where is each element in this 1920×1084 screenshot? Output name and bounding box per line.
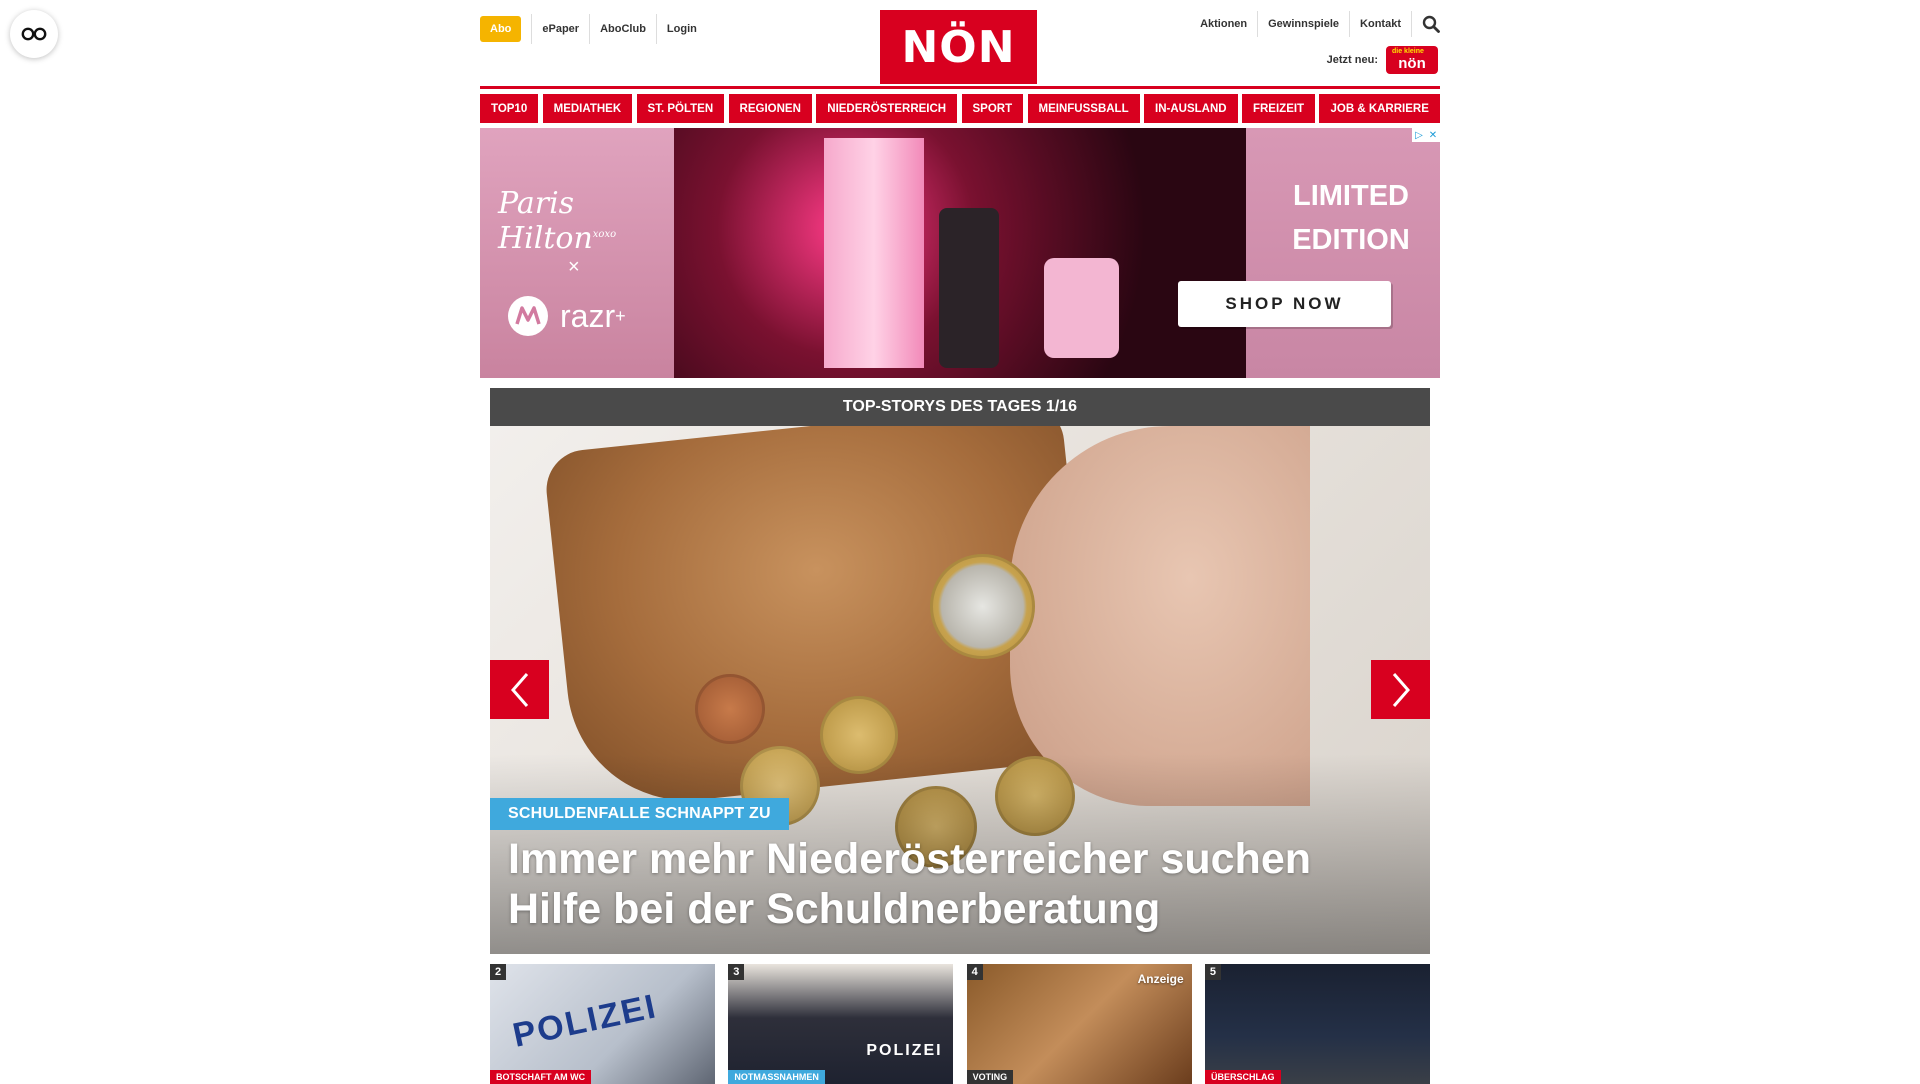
nav-item-in-ausland[interactable]: IN-AUSLAND xyxy=(1144,94,1238,123)
ad-product-photo xyxy=(674,128,1246,378)
story-thumb-3[interactable]: POLIZEI 3 NOTMASSNAHMEN xyxy=(728,964,954,1084)
close-icon[interactable]: ✕ xyxy=(1426,128,1440,142)
site-header: Abo ePaper AboClub Login NÖN Aktionen Ge… xyxy=(480,0,1440,86)
thumb-number: 3 xyxy=(728,964,745,980)
jetzt-neu-label: Jetzt neu: xyxy=(1326,54,1378,66)
story-thumb-4[interactable]: 4 Anzeige VOTING xyxy=(966,964,1192,1084)
gewinnspiele-link[interactable]: Gewinnspiele xyxy=(1258,11,1351,37)
thumb-number: 4 xyxy=(966,964,983,980)
login-link[interactable]: Login xyxy=(655,14,707,44)
ad-limited-edition: LIMITED EDITION xyxy=(1276,174,1426,262)
thumb-ad-label: Anzeige xyxy=(1137,972,1184,986)
carousel-prev-button[interactable] xyxy=(490,660,549,719)
ad-razr-text: razr xyxy=(560,297,616,334)
header-divider xyxy=(480,86,1440,89)
jetzt-neu-promo: Jetzt neu: die kleine nön xyxy=(1327,46,1438,74)
top-stories: TOP-STORYS DES TAGES 1/16 SCHULDENFALLE … xyxy=(490,388,1430,1084)
hero-tag[interactable]: SCHULDENFALLE SCHNAPPT ZU xyxy=(490,798,789,830)
nav-item-meinfussball[interactable]: MEINFUSSBALL xyxy=(1027,94,1140,123)
shop-now-button[interactable]: SHOP NOW xyxy=(1178,281,1391,327)
ad-razr-plus: + xyxy=(615,305,626,326)
ad-product-box xyxy=(824,138,924,368)
hero-image-hand xyxy=(1010,426,1310,806)
nav-item-niederoesterreich[interactable]: NIEDERÖSTERREICH xyxy=(816,94,958,123)
main-nav: TOP10 MEDIATHEK ST. PÖLTEN REGIONEN NIED… xyxy=(480,94,1440,123)
ad-collab-x: × xyxy=(568,256,580,278)
utility-nav-right: Aktionen Gewinnspiele Kontakt xyxy=(1190,11,1440,37)
hero-image-coin xyxy=(695,674,765,744)
thumb-image-text: POLIZEI xyxy=(866,1042,943,1059)
story-thumbnails: POLIZEI 2 BOTSCHAFT AM WC POLIZEI 3 NOTM… xyxy=(490,964,1430,1084)
thumb-tag: BOTSCHAFT AM WC xyxy=(490,1070,592,1084)
thumb-tag: ÜBERSCHLAG xyxy=(1204,1070,1281,1084)
page-container: Abo ePaper AboClub Login NÖN Aktionen Ge… xyxy=(480,0,1440,1084)
accessibility-button[interactable] xyxy=(10,10,58,58)
nav-item-mediathek[interactable]: MEDIATHEK xyxy=(542,94,633,123)
thumb-image-text: POLIZEI xyxy=(509,987,661,1055)
ad-pink-phone-image xyxy=(1044,258,1119,358)
hero-story[interactable]: SCHULDENFALLE SCHNAPPT ZU Immer mehr Nie… xyxy=(490,426,1430,954)
nav-item-job-karriere[interactable]: JOB & KARRIERE xyxy=(1319,94,1440,123)
ad-phone-image xyxy=(939,208,999,368)
abo-button[interactable]: Abo xyxy=(480,16,522,42)
ad-limited-line2: EDITION xyxy=(1292,224,1410,256)
chevron-left-icon xyxy=(510,672,528,707)
nav-item-regionen[interactable]: REGIONEN xyxy=(728,94,812,123)
hero-title[interactable]: Immer mehr Niederösterreicher suchen Hil… xyxy=(508,834,1368,934)
nav-item-sport[interactable]: SPORT xyxy=(961,94,1024,123)
ad-brand-panel: Paris Hiltonxoxo × razr + xyxy=(480,128,674,378)
kids-logo-text: nön xyxy=(1398,55,1426,72)
ad-cta-panel: LIMITED EDITION SHOP NOW xyxy=(1178,128,1440,378)
ad-script-text: Paris Hilton xyxy=(498,186,593,256)
search-icon xyxy=(1422,15,1440,33)
carousel-next-button[interactable] xyxy=(1371,660,1430,719)
utility-nav-left: Abo ePaper AboClub Login xyxy=(480,14,707,44)
ad-choices-badge[interactable]: ▷ ✕ xyxy=(1412,128,1440,142)
story-thumb-2[interactable]: POLIZEI 2 BOTSCHAFT AM WC xyxy=(490,964,715,1084)
nav-item-freizeit[interactable]: FREIZEIT xyxy=(1241,94,1316,123)
aktionen-link[interactable]: Aktionen xyxy=(1190,11,1259,37)
story-thumb-5[interactable]: 5 ÜBERSCHLAG xyxy=(1204,964,1430,1084)
kleine-noen-logo[interactable]: die kleine nön xyxy=(1386,46,1438,74)
ad-limited-line1: LIMITED xyxy=(1293,180,1409,212)
thumb-tag: NOTMASSNAHMEN xyxy=(728,1070,825,1084)
epaper-link[interactable]: ePaper xyxy=(531,14,589,44)
kontakt-link[interactable]: Kontakt xyxy=(1350,11,1412,37)
thumb-tag: VOTING xyxy=(966,1070,1014,1084)
ad-script-sub: xoxo xyxy=(592,229,617,240)
ad-script-signature: Paris Hiltonxoxo xyxy=(498,186,674,256)
glasses-icon xyxy=(21,27,47,41)
thumb-number: 5 xyxy=(1204,964,1221,980)
site-logo[interactable]: NÖN xyxy=(880,10,1037,84)
nav-item-st-poelten[interactable]: ST. PÖLTEN xyxy=(636,94,725,123)
ad-choices-icon[interactable]: ▷ xyxy=(1412,128,1426,142)
chevron-right-icon xyxy=(1392,672,1410,707)
top-stories-header: TOP-STORYS DES TAGES 1/16 xyxy=(490,388,1430,426)
kids-logo-sub: die kleine xyxy=(1392,48,1424,55)
search-button[interactable] xyxy=(1412,15,1440,33)
nav-item-top10[interactable]: TOP10 xyxy=(480,94,539,123)
thumb-number: 2 xyxy=(490,964,506,980)
hero-image-coin xyxy=(930,554,1035,659)
aboclub-link[interactable]: AboClub xyxy=(589,14,656,44)
ad-razr-brand: razr + xyxy=(508,296,626,336)
motorola-logo-icon xyxy=(508,296,548,336)
ad-banner[interactable]: Paris Hiltonxoxo × razr + LIMITED EDITION xyxy=(480,128,1440,378)
